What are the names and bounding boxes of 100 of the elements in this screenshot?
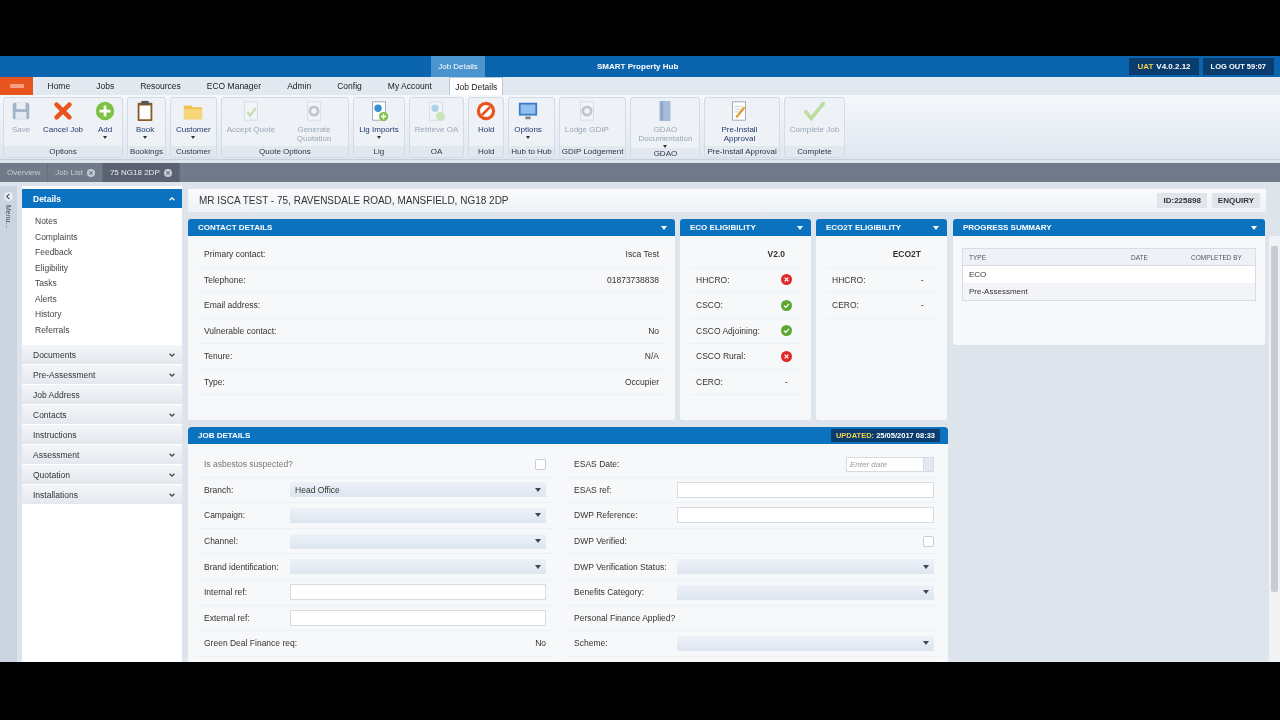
sidebar-link[interactable]: History — [35, 307, 182, 323]
field-label: Internal ref: — [204, 587, 247, 598]
dropdown-icon[interactable] — [933, 225, 939, 230]
sidebar-item[interactable]: Instructions — [22, 425, 182, 444]
field-label: HHCRO: — [832, 274, 867, 285]
field-label: HHCRO: — [696, 274, 731, 285]
field-value: 01873738838 — [607, 274, 659, 285]
menu-tab[interactable]: Home — [36, 77, 82, 95]
group-label: Customer — [170, 146, 216, 157]
ribbon-button[interactable]: Pre-Install Approval — [705, 98, 774, 146]
field-label: DWP Reference: — [574, 510, 638, 521]
document-tab[interactable]: 75 NG18 2DP — [102, 163, 180, 182]
application-menu-button[interactable] — [0, 77, 33, 95]
dropdown-field[interactable] — [677, 635, 934, 651]
field-value: - — [920, 300, 924, 311]
dropdown-field[interactable]: Head Office — [290, 482, 547, 498]
field-label: Tenure: — [204, 351, 233, 362]
ribbon-button[interactable]: Hold — [469, 98, 504, 146]
sidebar-item[interactable]: Installations — [22, 485, 182, 504]
sidebar-item[interactable]: Contacts — [22, 405, 182, 424]
sidebar-link[interactable]: Alerts — [35, 291, 182, 307]
date-field[interactable]: Enter date — [846, 456, 923, 472]
field-value: - — [920, 274, 924, 285]
menu-tab[interactable]: Job Details — [449, 77, 504, 95]
menu-tab[interactable]: ECO Manager — [195, 77, 273, 95]
group-label: Quote Options — [221, 146, 349, 157]
sidebar-link[interactable]: Tasks — [35, 276, 182, 292]
sidebar-item[interactable]: Job Address — [22, 385, 182, 404]
group-label: Lig — [354, 146, 404, 157]
checkbox[interactable] — [923, 535, 934, 547]
field-label: CERO: — [832, 300, 860, 311]
field-label: CSCO Rural: — [696, 351, 747, 362]
chevron-left-icon[interactable] — [4, 192, 13, 201]
input-field[interactable] — [290, 609, 547, 626]
ribbon-button[interactable]: Cancel Job — [38, 98, 89, 146]
field-label: CERO: — [696, 376, 724, 387]
field-label: Branch: — [204, 484, 234, 495]
job-id: ID:225898 — [1157, 193, 1207, 208]
panel-title: PROGRESS SUMMARY — [963, 223, 1052, 232]
dropdown-field[interactable] — [290, 508, 547, 523]
sidebar-link[interactable]: Eligibility — [35, 260, 182, 276]
field-label: Benefits Category: — [574, 587, 645, 598]
scheme-version: ECO2T — [892, 249, 921, 260]
panel-title: ECO2T ELIGIBILITY — [826, 223, 902, 232]
sidebar-item[interactable]: Details — [22, 189, 182, 208]
ribbon-button[interactable]: Add — [88, 98, 123, 146]
checkbox[interactable] — [535, 458, 547, 470]
ribbon-button[interactable]: Book — [128, 98, 163, 146]
dropdown-field[interactable] — [677, 559, 934, 575]
menu-tab[interactable]: Admin — [275, 77, 323, 95]
close-icon[interactable] — [86, 168, 95, 177]
group-label: Pre-Install Approval — [705, 146, 779, 157]
panel-title: JOB DETAILS — [198, 431, 251, 440]
group-label: OA — [409, 146, 464, 157]
dropdown-field[interactable] — [290, 559, 547, 575]
field-label: Is asbestos suspected? — [204, 459, 293, 470]
field-label: CSCO: — [696, 300, 724, 311]
sidebar-item[interactable]: Documents — [22, 345, 182, 364]
sidebar-link[interactable]: Referrals — [35, 322, 182, 338]
dropdown-field[interactable] — [677, 584, 934, 600]
sidebar-link[interactable]: Notes — [35, 214, 182, 230]
ribbon-button[interactable]: Lig Imports — [354, 98, 404, 146]
close-icon[interactable] — [163, 168, 172, 177]
dropdown-icon[interactable] — [661, 225, 667, 230]
field-label: DWP Verification Status: — [574, 561, 667, 572]
menu-tab[interactable]: Jobs — [84, 77, 126, 95]
job-address: MR ISCA TEST - 75, RAVENSDALE ROAD, MANSFIELD, NG18 2DP — [199, 195, 509, 206]
add-icon — [94, 100, 117, 122]
dropdown-icon[interactable] — [1251, 225, 1257, 230]
dropdown-field[interactable] — [290, 533, 547, 549]
sidebar-item[interactable]: Assessment — [22, 445, 182, 464]
version-badge: UAT V4.0.2.12 — [1129, 58, 1199, 75]
sidebar-link[interactable]: Feedback — [35, 245, 182, 261]
group-label: GDIP Lodgement — [559, 146, 626, 157]
sidebar-item[interactable]: Pre-Assessment — [22, 365, 182, 384]
ribbon-button[interactable]: Options — [509, 98, 547, 146]
group-label: Options — [4, 146, 123, 157]
scheme-version: V2.0 — [767, 249, 785, 260]
field-value: Occupier — [625, 376, 659, 387]
check-icon — [803, 100, 826, 122]
window-title: SMART Property Hub — [597, 61, 679, 73]
scrollbar[interactable] — [1269, 236, 1280, 662]
menu-tab[interactable]: My Account — [376, 77, 444, 95]
sidebar-link[interactable]: Complaints — [35, 229, 182, 245]
input-field[interactable] — [677, 507, 934, 524]
input-field[interactable] — [677, 481, 934, 498]
field-label: Email address: — [204, 300, 261, 311]
menu-tab[interactable]: Config — [325, 77, 374, 95]
input-field[interactable] — [290, 584, 547, 601]
ribbon-button[interactable]: Customer — [170, 98, 216, 146]
field-label: ESAS Date: — [574, 459, 620, 470]
field-label: Scheme: — [574, 638, 608, 649]
sidebar-item[interactable]: Quotation — [22, 465, 182, 484]
dropdown-icon[interactable] — [797, 225, 803, 230]
menu-tab[interactable]: Resources — [128, 77, 193, 95]
table-cell-text: Pre-Assessment — [968, 287, 1029, 296]
field-label: CSCO Adjoining: — [696, 325, 761, 336]
field-label: Channel: — [204, 536, 239, 547]
field-value: N/A — [644, 351, 659, 362]
field-label: Type: — [204, 376, 225, 387]
